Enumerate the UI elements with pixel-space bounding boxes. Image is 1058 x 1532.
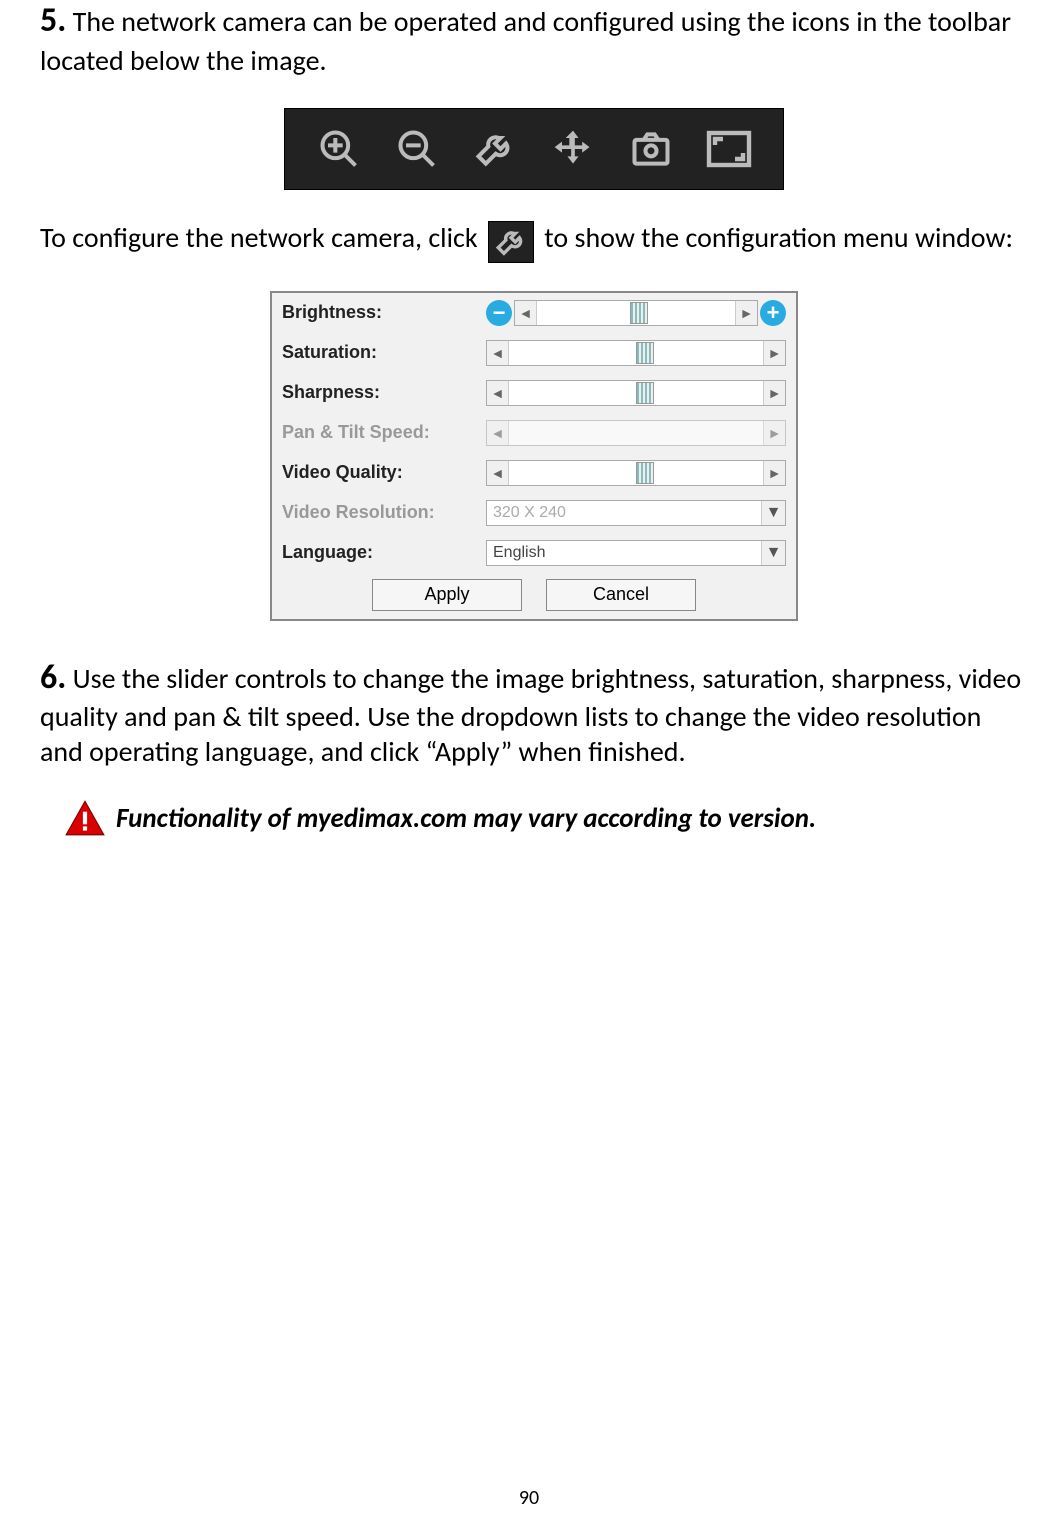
config-sentence-before: To configure the network camera, click bbox=[40, 220, 478, 255]
zoom-in-icon bbox=[309, 119, 369, 179]
label-language: Language: bbox=[282, 542, 486, 563]
warning-icon bbox=[64, 799, 106, 837]
arrow-left-icon[interactable]: ◄ bbox=[487, 461, 509, 485]
toolbar bbox=[284, 108, 784, 190]
page-number: 90 bbox=[0, 1486, 1058, 1510]
fullscreen-icon bbox=[699, 119, 759, 179]
row-video-resolution: Video Resolution: 320 X 240 ▼ bbox=[272, 493, 796, 533]
note-text: Functionality of myedimax.com may vary a… bbox=[116, 802, 816, 835]
language-value: English bbox=[493, 544, 545, 562]
label-saturation: Saturation: bbox=[282, 342, 486, 363]
config-sentence-after: to show the configuration menu window: bbox=[544, 220, 1013, 255]
arrow-left-icon[interactable]: ◄ bbox=[487, 381, 509, 405]
row-sharpness: Sharpness: ◄ ► bbox=[272, 373, 796, 413]
inline-wrench-icon bbox=[488, 221, 534, 263]
arrow-left-icon[interactable]: ◄ bbox=[487, 341, 509, 365]
row-video-quality: Video Quality: ◄ ► bbox=[272, 453, 796, 493]
wrench-icon bbox=[465, 119, 525, 179]
config-panel: Brightness: − ◄ ► + Saturation: ◄ ► bbox=[270, 291, 798, 621]
brightness-increase-button[interactable]: + bbox=[760, 300, 786, 326]
label-video-resolution: Video Resolution: bbox=[282, 502, 486, 523]
step-5-text: The network camera can be operated and c… bbox=[40, 4, 1011, 78]
step-5: 5. The network camera can be operated an… bbox=[40, 0, 1028, 78]
brightness-slider[interactable]: ◄ ► bbox=[514, 300, 758, 326]
label-brightness: Brightness: bbox=[282, 302, 486, 323]
config-panel-figure: Brightness: − ◄ ► + Saturation: ◄ ► bbox=[40, 291, 1028, 621]
row-language: Language: English ▼ bbox=[272, 533, 796, 573]
language-select[interactable]: English ▼ bbox=[486, 540, 786, 566]
chevron-down-icon[interactable]: ▼ bbox=[761, 541, 785, 565]
cancel-button[interactable]: Cancel bbox=[546, 579, 696, 611]
arrow-left-icon[interactable]: ◄ bbox=[515, 301, 537, 325]
label-video-quality: Video Quality: bbox=[282, 462, 486, 483]
video-resolution-value: 320 X 240 bbox=[493, 504, 566, 522]
toolbar-figure bbox=[40, 108, 1028, 190]
label-pan-tilt: Pan & Tilt Speed: bbox=[282, 422, 486, 443]
label-sharpness: Sharpness: bbox=[282, 382, 486, 403]
chevron-down-icon: ▼ bbox=[761, 501, 785, 525]
row-saturation: Saturation: ◄ ► bbox=[272, 333, 796, 373]
zoom-out-icon bbox=[387, 119, 447, 179]
video-resolution-select: 320 X 240 ▼ bbox=[486, 500, 786, 526]
row-pan-tilt: Pan & Tilt Speed: ◄ ► bbox=[272, 413, 796, 453]
row-brightness: Brightness: − ◄ ► + bbox=[272, 293, 796, 333]
arrow-right-icon[interactable]: ► bbox=[763, 381, 785, 405]
camera-icon bbox=[621, 119, 681, 179]
step-6: 6. Use the slider controls to change the… bbox=[40, 657, 1028, 770]
saturation-slider[interactable]: ◄ ► bbox=[486, 340, 786, 366]
step-5-number: 5. bbox=[40, 0, 66, 41]
pan-tilt-slider: ◄ ► bbox=[486, 420, 786, 446]
arrow-right-icon: ► bbox=[763, 421, 785, 445]
apply-button[interactable]: Apply bbox=[372, 579, 522, 611]
move-icon bbox=[543, 119, 603, 179]
step-6-text: Use the slider controls to change the im… bbox=[40, 661, 1021, 770]
brightness-decrease-button[interactable]: − bbox=[486, 300, 512, 326]
arrow-right-icon[interactable]: ► bbox=[735, 301, 757, 325]
step-6-number: 6. bbox=[40, 657, 66, 698]
sharpness-slider[interactable]: ◄ ► bbox=[486, 380, 786, 406]
video-quality-slider[interactable]: ◄ ► bbox=[486, 460, 786, 486]
arrow-left-icon: ◄ bbox=[487, 421, 509, 445]
arrow-right-icon[interactable]: ► bbox=[763, 341, 785, 365]
note: Functionality of myedimax.com may vary a… bbox=[40, 799, 1028, 837]
arrow-right-icon[interactable]: ► bbox=[763, 461, 785, 485]
config-sentence: To configure the network camera, click t… bbox=[40, 220, 1028, 263]
config-buttons: Apply Cancel bbox=[272, 573, 796, 619]
